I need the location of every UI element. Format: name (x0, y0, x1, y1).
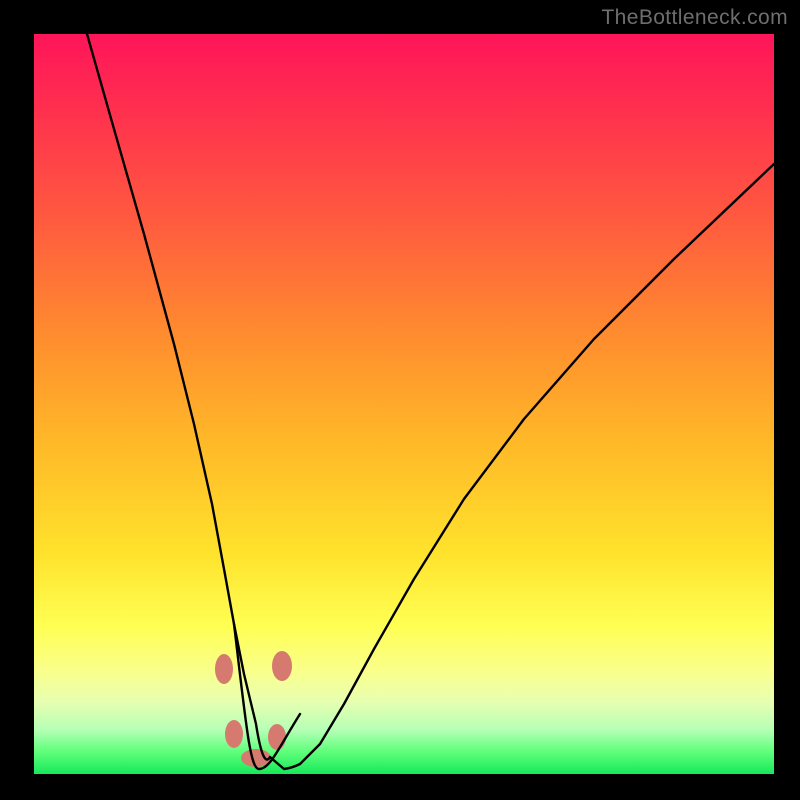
marker-right-lower (268, 724, 286, 750)
bottleneck-curve-bottom (234, 624, 300, 769)
plot-area (34, 34, 774, 774)
marker-right-upper (272, 651, 292, 681)
chart-stage: TheBottleneck.com (0, 0, 800, 800)
curve-layer (34, 34, 774, 774)
bottleneck-curve (87, 34, 774, 769)
watermark-label: TheBottleneck.com (601, 6, 788, 30)
marker-left-lower (225, 720, 243, 748)
marker-left-upper (215, 654, 233, 684)
